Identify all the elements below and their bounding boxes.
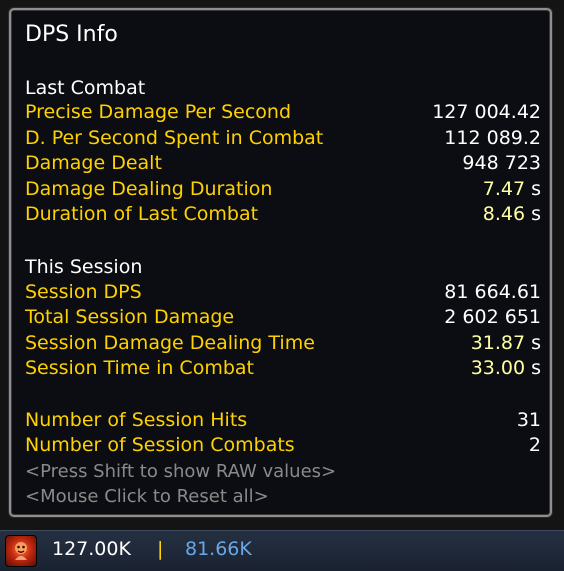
stat-row-last-combat-duration: Duration of Last Combat 8.46 s: [25, 202, 541, 227]
stat-row-precise-dps: Precise Damage Per Second 127 004.42: [25, 100, 541, 125]
stat-label: Duration of Last Combat: [25, 203, 259, 225]
stat-value: 2 602 651: [444, 306, 541, 328]
reset-hint: <Mouse Click to Reset all>: [25, 486, 269, 507]
stat-value: 7.47 s: [482, 178, 541, 200]
stat-label: Session Time in Combat: [25, 357, 254, 379]
stat-label: Number of Session Combats: [25, 434, 295, 456]
stat-value: 31: [516, 409, 541, 431]
stat-row-session-combats: Number of Session Combats 2: [25, 433, 541, 458]
dps-info-tooltip[interactable]: DPS Info Last Combat Precise Damage Per …: [9, 8, 552, 517]
session-heading: This Session: [25, 256, 143, 278]
stat-row-damage-dealt: Damage Dealt 948 723: [25, 151, 541, 176]
stat-row-session-time-in-combat: Session Time in Combat 33.00 s: [25, 356, 541, 381]
stat-label: Session Damage Dealing Time: [25, 332, 315, 354]
stat-row-damage-dealing-duration: Damage Dealing Duration 7.47 s: [25, 177, 541, 202]
shift-raw-hint: <Press Shift to show RAW values>: [25, 461, 337, 482]
stat-value: 81 664.61: [444, 281, 541, 303]
dps-broker-bar[interactable]: 127.00K | 81.66K: [0, 530, 564, 571]
tooltip-title: DPS Info: [25, 22, 118, 47]
stat-label: Total Session Damage: [25, 306, 235, 328]
stat-value: 8.46 s: [482, 203, 541, 225]
stat-label: Damage Dealt: [25, 152, 162, 174]
current-dps-readout: 127.00K: [52, 538, 131, 560]
stat-value: 948 723: [462, 152, 541, 174]
dps-meter-icon[interactable]: [6, 536, 36, 566]
stat-label: Damage Dealing Duration: [25, 178, 273, 200]
session-dps-readout: 81.66K: [185, 538, 252, 560]
stat-label: Number of Session Hits: [25, 409, 248, 431]
stat-row-session-dps: Session DPS 81 664.61: [25, 280, 541, 305]
stat-value: 127 004.42: [432, 101, 541, 123]
stat-row-dps-in-combat: D. Per Second Spent in Combat 112 089.2: [25, 126, 541, 151]
stat-row-total-session-damage: Total Session Damage 2 602 651: [25, 305, 541, 330]
stat-row-session-hits: Number of Session Hits 31: [25, 408, 541, 433]
stat-label: Session DPS: [25, 281, 142, 303]
stat-value: 33.00 s: [470, 357, 541, 379]
stat-label: Precise Damage Per Second: [25, 101, 292, 123]
bar-separator: |: [157, 538, 164, 560]
stat-row-session-dealing-time: Session Damage Dealing Time 31.87 s: [25, 331, 541, 356]
stat-value: 112 089.2: [444, 127, 541, 149]
last-combat-heading: Last Combat: [25, 77, 146, 99]
stat-value: 31.87 s: [470, 332, 541, 354]
stat-label: D. Per Second Spent in Combat: [25, 127, 324, 149]
stat-value: 2: [528, 434, 541, 456]
